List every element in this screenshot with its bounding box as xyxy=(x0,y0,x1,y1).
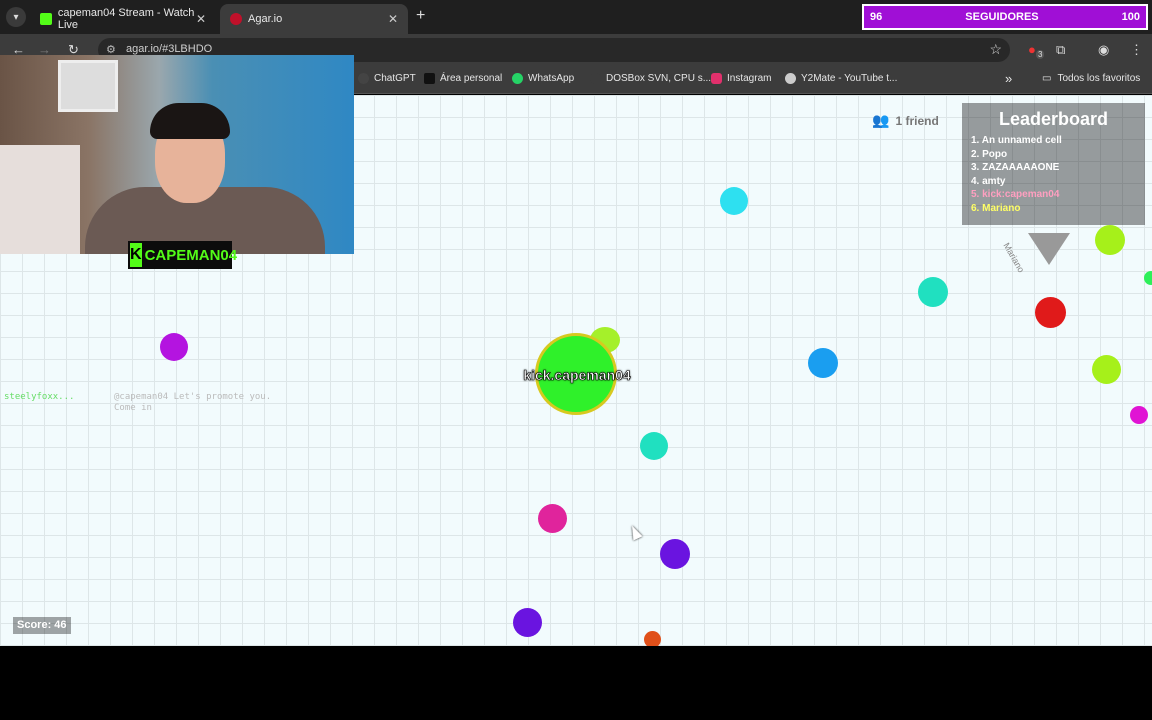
extension-shield-icon[interactable]: ● xyxy=(1028,42,1036,57)
player-name: kick.capeman04 xyxy=(523,367,631,384)
friends-icon: 👥 xyxy=(872,112,890,128)
leaderboard-entry: 4. amty xyxy=(971,175,1006,187)
tab-kick-stream[interactable]: capeman04 Stream - Watch Live ✕ xyxy=(30,4,216,34)
pellet xyxy=(1130,406,1148,424)
chatgpt-icon xyxy=(358,73,369,84)
mouse-cursor-icon xyxy=(627,523,643,541)
pellet xyxy=(660,539,690,569)
leaderboard-entry: 2. Popo xyxy=(971,148,1008,160)
webcam-overlay xyxy=(0,55,354,254)
bookmark-y2mate[interactable]: Y2Mate - YouTube t... xyxy=(785,73,897,84)
all-favorites-label: Todos los favoritos xyxy=(1057,73,1141,84)
screen: ▾ capeman04 Stream - Watch Live ✕ Agar.i… xyxy=(0,0,1152,720)
new-tab-plus-icon[interactable]: + xyxy=(416,8,425,24)
leaderboard-list: 1. An unnamed cell 2. Popo 3. ZAZAAAAAON… xyxy=(971,134,1136,215)
friend-marker-name: Mariano xyxy=(1001,241,1027,275)
folder-icon: ▭ xyxy=(1042,73,1052,84)
instagram-icon xyxy=(711,73,722,84)
pellet xyxy=(644,631,661,646)
bookmark-label: DOSBox SVN, CPU s... xyxy=(606,73,712,84)
bookmark-dosbox[interactable]: DOSBox SVN, CPU s... xyxy=(590,73,711,84)
extension-badge: 3 xyxy=(1036,50,1045,59)
leaderboard-entry-friend: 6. Mariano xyxy=(971,202,1021,214)
leaderboard-title: Leaderboard xyxy=(998,109,1109,129)
friend-direction-arrow-icon xyxy=(1028,233,1070,265)
y2mate-icon xyxy=(785,73,796,84)
dosbox-icon xyxy=(590,73,601,84)
follower-goal: 100 xyxy=(1121,11,1140,23)
streamer-headset xyxy=(150,103,230,139)
friends-indicator[interactable]: 👥 1 friend xyxy=(872,112,939,129)
agario-favicon-icon xyxy=(230,13,242,25)
pellet xyxy=(918,277,948,307)
chat-message: @capeman04 Let's promote you. Come in xyxy=(114,392,272,413)
bookmark-star-icon[interactable]: ☆ xyxy=(989,41,1002,58)
moodle-icon xyxy=(424,73,435,84)
menu-kebab-icon[interactable]: ⋮ xyxy=(1130,42,1143,58)
bookmark-area-personal[interactable]: Área personal xyxy=(424,73,502,84)
leaderboard-entry-self: 5. kick:capeman04 xyxy=(971,189,1060,200)
bookmark-label: WhatsApp xyxy=(528,73,575,84)
close-tab-icon[interactable]: ✕ xyxy=(388,12,398,26)
close-tab-icon[interactable]: ✕ xyxy=(196,12,206,26)
whatsapp-icon xyxy=(512,73,523,84)
profile-avatar-icon[interactable]: ◉ xyxy=(1098,42,1109,58)
webcam-background-sofa xyxy=(0,145,80,254)
extensions-puzzle-icon[interactable]: ⧉ xyxy=(1056,42,1065,58)
webcam-background-shelf xyxy=(58,60,118,112)
url-text: agar.io/#3LBHDO xyxy=(126,43,213,55)
pellet xyxy=(1144,271,1152,285)
pellet xyxy=(1095,225,1125,255)
tab-label: Agar.io xyxy=(248,13,283,25)
pellet xyxy=(538,504,567,533)
friends-count: 1 friend xyxy=(895,113,939,128)
pellet xyxy=(720,187,748,215)
leaderboard: Leaderboard 1. An unnamed cell 2. Popo 3… xyxy=(962,103,1145,225)
chat-sender: steelyfoxx... xyxy=(4,392,75,402)
bookmark-label: Instagram xyxy=(727,73,772,84)
bookmark-instagram[interactable]: Instagram xyxy=(711,73,771,84)
score-display: Score: 46 xyxy=(13,617,71,634)
leaderboard-entry: 3. ZAZAAAAAONE xyxy=(971,162,1060,173)
follower-label: SEGUIDORES xyxy=(965,11,1039,23)
pellet xyxy=(808,348,838,378)
follower-goal-bar: 96 SEGUIDORES 100 xyxy=(862,4,1148,30)
bookmark-whatsapp[interactable]: WhatsApp xyxy=(512,73,574,84)
tab-search-chevron-icon[interactable]: ▾ xyxy=(6,7,26,27)
bookmark-label: Área personal xyxy=(440,73,503,84)
pellet xyxy=(1092,355,1121,384)
pellet xyxy=(160,333,188,361)
follower-count: 96 xyxy=(870,11,883,23)
pellet xyxy=(1035,297,1066,328)
more-bookmarks-chevron-icon[interactable]: » xyxy=(1005,71,1012,86)
tab-agario[interactable]: Agar.io ✕ xyxy=(220,4,408,34)
all-favorites-folder[interactable]: ▭ Todos los favoritos xyxy=(1042,73,1140,84)
bookmark-label: ChatGPT xyxy=(374,73,416,84)
bookmark-label: Y2Mate - YouTube t... xyxy=(801,73,898,84)
kick-favicon-icon xyxy=(40,13,52,25)
bookmark-chatgpt[interactable]: ChatGPT xyxy=(358,73,416,84)
tab-label: capeman04 Stream - Watch Live xyxy=(57,7,195,31)
pellet xyxy=(513,608,542,637)
leaderboard-entry: 1. An unnamed cell xyxy=(971,135,1062,146)
pellet xyxy=(640,432,668,460)
channel-name: CAPEMAN04 xyxy=(144,246,238,264)
channel-logo: K CAPEMAN04 xyxy=(128,241,237,269)
kick-logo-icon: K xyxy=(130,243,142,267)
